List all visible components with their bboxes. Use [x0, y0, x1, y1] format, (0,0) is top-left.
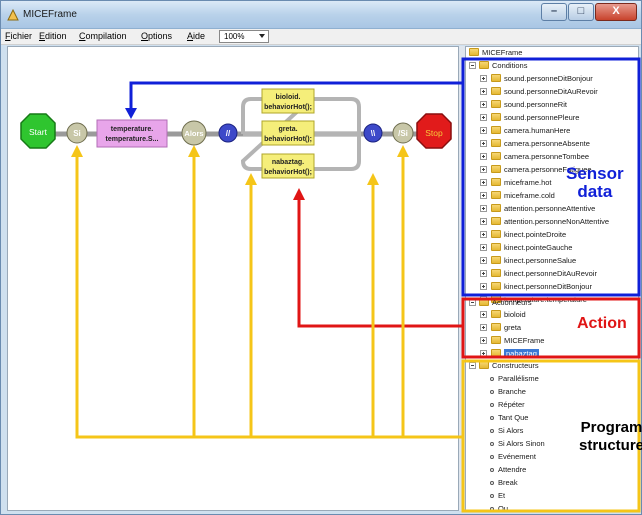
si-node[interactable]: Si: [66, 122, 88, 144]
program-arrowhead: [71, 145, 83, 157]
action-block-greta[interactable]: greta. behaviorHot();: [261, 120, 315, 146]
parallel-end-node[interactable]: \\: [363, 123, 383, 143]
si-label: Si: [73, 129, 81, 138]
program-arrowhead: [397, 145, 409, 157]
action-connector: [297, 194, 463, 328]
sensor-label-line1: Sensor: [566, 164, 624, 183]
action-arrowhead: [293, 188, 305, 200]
program-structure-label: Program structure: [579, 419, 642, 455]
condition-line1: temperature.: [111, 126, 153, 133]
sensor-data-label: Sensor data: [566, 165, 624, 201]
condition-line2: temperature.S...: [106, 136, 159, 143]
program-arrowhead: [245, 173, 257, 185]
stop-label: Stop: [425, 128, 443, 138]
end-si-node[interactable]: /Si: [392, 122, 414, 144]
start-node[interactable]: Start: [20, 113, 56, 149]
parallel-end-label: \\: [371, 129, 376, 138]
sensor-arrowhead: [125, 108, 137, 119]
condition-block[interactable]: temperature. temperature.S...: [96, 119, 168, 148]
program-label-line2: structure: [579, 437, 642, 454]
program-connector: [75, 151, 463, 439]
app-window: MICEFrame – □ X Fichier Edition Compilat…: [0, 0, 642, 515]
action-line1: nabaztag.: [272, 159, 304, 166]
action-line2: behaviorHot();: [264, 136, 312, 143]
action-line2: behaviorHot();: [264, 169, 312, 176]
program-arrowhead: [367, 173, 379, 185]
action-label: Action: [577, 315, 627, 332]
program-arrowhead: [188, 145, 200, 157]
alors-node[interactable]: Alors: [181, 120, 207, 146]
action-block-nabaztag[interactable]: nabaztag. behaviorHot();: [261, 153, 315, 179]
action-line2: behaviorHot();: [264, 104, 312, 111]
action-line1: greta.: [278, 126, 297, 133]
program-diagram: Start Si temperature. temperature.S... A…: [20, 57, 641, 513]
stop-node[interactable]: Stop: [416, 113, 452, 149]
action-line1: bioloid.: [276, 94, 301, 101]
start-label: Start: [29, 127, 48, 137]
parallel-start-node[interactable]: //: [218, 123, 238, 143]
action-block-bioloid[interactable]: bioloid. behaviorHot();: [261, 88, 315, 114]
alors-label: Alors: [184, 129, 203, 138]
end-si-label: /Si: [398, 129, 408, 138]
program-label-line1: Program: [580, 419, 642, 436]
sensor-label-line2: data: [577, 182, 613, 201]
parallel-start-label: //: [226, 129, 231, 138]
